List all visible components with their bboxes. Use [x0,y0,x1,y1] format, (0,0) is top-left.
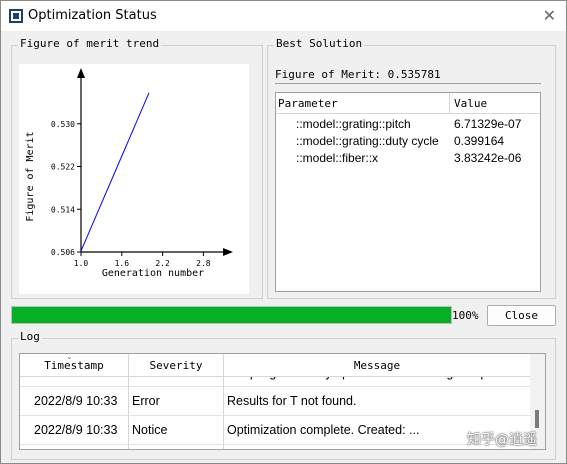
progress-bar [11,306,452,324]
log-message: Results for T not found. [227,394,357,408]
progress-fill [12,307,451,323]
param-name: ::model::grating::duty cycle [296,134,439,148]
close-icon[interactable]: ✕ [543,6,556,26]
log-group-title: Log [18,330,42,343]
y-tick-label: 0.514 [51,205,75,214]
app-icon [9,9,23,23]
log-severity: Notice [132,423,168,437]
fom-value: 0.535781 [387,68,441,81]
window-title: Optimization Status [28,8,157,23]
column-header-severity[interactable]: Severity [129,359,223,372]
x-tick-label: 1.6 [115,259,130,268]
x-axis-arrow [223,248,233,256]
param-name: ::model::grating::pitch [296,117,411,131]
x-tick-label: 2.8 [196,259,211,268]
param-value: 0.399164 [454,134,505,148]
param-value: 6.71329e-07 [454,117,522,131]
x-axis-label: Generation number [102,268,204,279]
fom-readout: Figure of Merit: 0.535781 [275,68,441,81]
solution-table[interactable]: Parameter Value ::model::grating::pitch … [275,92,541,292]
best-solution-groupbox: Best Solution Figure of Merit: 0.535781 … [267,37,556,299]
column-header-message[interactable]: Message [224,359,530,372]
column-header-parameter[interactable]: Parameter [278,97,338,110]
log-severity: Error [132,394,160,408]
column-divider [223,354,224,449]
trend-group-title: Figure of merit trend [18,37,162,50]
solution-row[interactable]: ::model::grating::pitch 6.71329e-07 [276,116,540,133]
x-tick-label: 1.0 [74,259,89,268]
log-timestamp: 2022/8/9 10:33 [34,423,118,437]
optimization-status-window: Optimization Status ✕ Figure of merit tr… [0,0,567,464]
progress-label: 100% [452,309,479,322]
y-tick-label: 0.530 [51,120,75,129]
y-tick-label: 0.522 [51,163,75,172]
best-solution-group-title: Best Solution [274,37,365,50]
trend-chart-svg: 1.0 1.6 2.2 2.8 0.506 0.514 0.522 0.530 Generati… [25,68,233,279]
x-tick-label: 2.2 [155,259,170,268]
trend-groupbox: Figure of merit trend 1.0 1.6 2.2 2.8 0.506 0… [11,37,263,299]
log-timestamp: 2022/8/9 10:33 [34,394,118,408]
log-row[interactable]: 2022/8/9 10:33 Error Results for T not f… [20,387,530,416]
column-header-value[interactable]: Value [454,97,487,110]
close-button[interactable]: Close [487,305,556,326]
title-bar: Optimization Status ✕ [1,1,566,31]
solution-row[interactable]: ::model::fiber::x 3.83242e-06 [276,150,540,167]
solution-row[interactable]: ::model::grating::duty cycle 0.399164 [276,133,540,150]
header-divider [449,93,450,113]
trend-plot: 1.0 1.6 2.2 2.8 0.506 0.514 0.522 0.530 Generati… [19,64,249,294]
solution-table-header: Parameter Value [276,93,540,114]
column-header-timestamp[interactable]: Timestamp [20,359,128,372]
series-line [80,92,150,252]
log-scrollbar-thumb[interactable] [535,410,539,428]
fom-divider [275,83,541,84]
y-axis-label: Figure of Merit [25,131,36,221]
column-divider [128,354,129,449]
fom-label: Figure of Merit: [275,68,381,81]
y-tick-label: 0.506 [51,248,75,257]
log-row[interactable]: 2022/8/9 10:33 Notice Optimization compl… [20,416,530,445]
y-axis-arrow [77,68,85,78]
param-name: ::model::fiber::x [296,151,379,165]
param-value: 3.83242e-06 [454,151,522,165]
log-table-header: ⌄ Timestamp Severity Message [20,354,530,377]
watermark: 知乎@逍遥 [467,432,537,448]
